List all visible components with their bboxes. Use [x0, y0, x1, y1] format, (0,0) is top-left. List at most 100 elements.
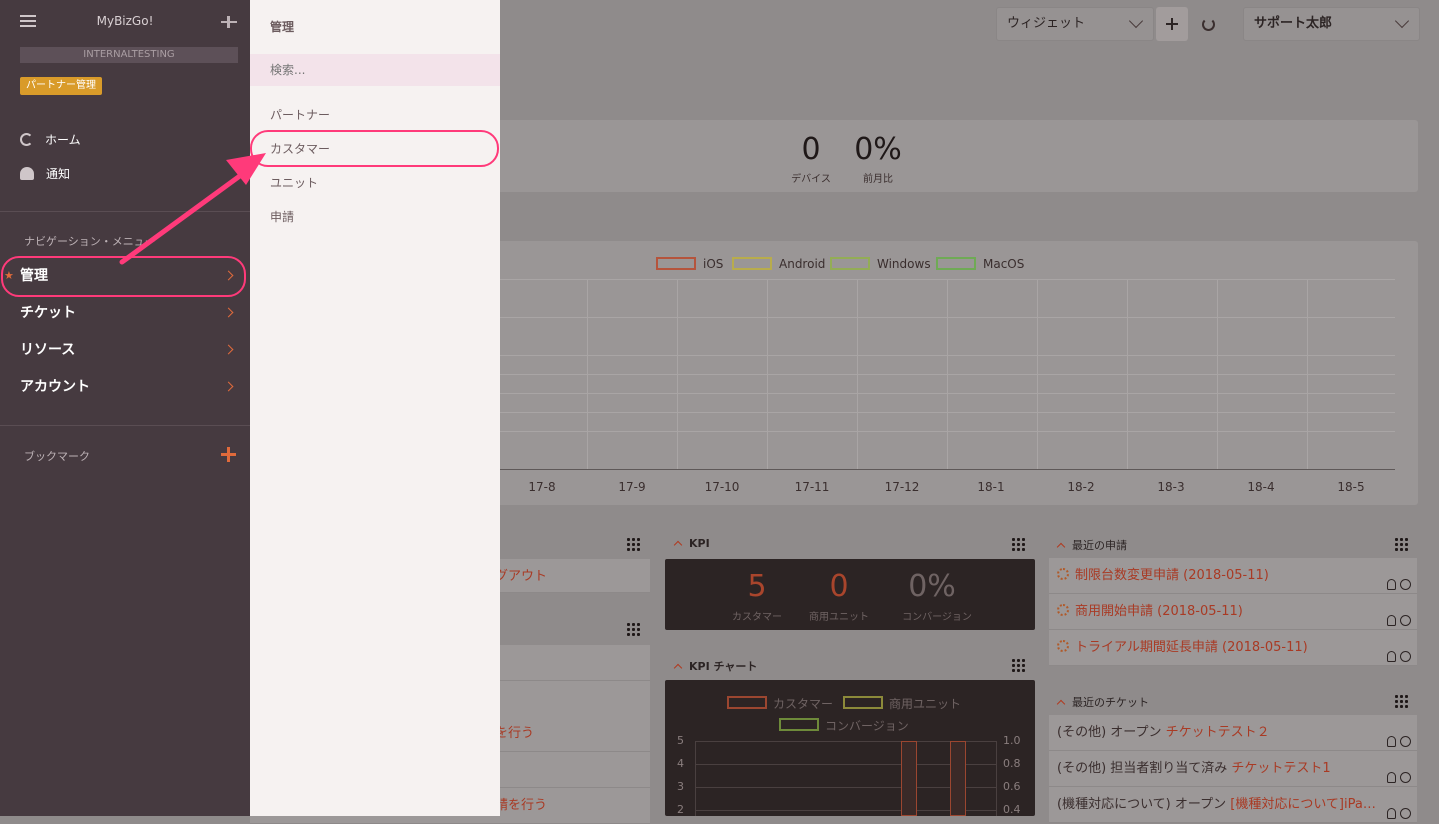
legend-label: iOS [703, 257, 724, 271]
org-name: INTERNALTESTING [20, 47, 238, 63]
ticket-row[interactable]: (その他) オープン チケットテスト２ [1049, 715, 1417, 751]
y-right-tick: 1.0 [1003, 734, 1021, 747]
pending-icon [1057, 604, 1069, 616]
recent-tickets-header[interactable]: 最近のチケット [1056, 694, 1149, 710]
x-tick-label: 18-5 [1337, 480, 1365, 494]
kpi-chart-box: カスタマー 商用ユニット コンバージョン 5 4 3 2 1.0 0.8 0.6… [665, 680, 1035, 816]
chevron-down-icon [1394, 13, 1410, 29]
ticket-link[interactable]: チケットテスト２ [1166, 725, 1270, 740]
legend-label: Windows [877, 257, 931, 271]
sidebar-link-notifications[interactable]: 通知 [20, 165, 70, 182]
y-left-tick: 5 [677, 734, 684, 747]
recent-requests-title: 最近の申請 [1072, 539, 1127, 552]
submenu-item-request[interactable]: 申請 [270, 208, 294, 225]
request-row[interactable]: 商用開始申請 (2018-05-11) [1049, 594, 1417, 630]
request-link[interactable]: 制限台数変更申請 (2018-05-11) [1075, 568, 1269, 583]
x-tick-label: 17-12 [884, 480, 920, 494]
user-icon [1387, 808, 1396, 819]
highlight-customer [250, 130, 499, 167]
x-tick-label: 17-11 [794, 480, 830, 494]
ticket-row[interactable]: (機種対応について) オープン [機種対応について]iPa… [1049, 787, 1417, 823]
add-widget-button[interactable] [1156, 7, 1188, 41]
kpi-chart-title: KPI チャート [689, 660, 758, 673]
x-tick-label: 17-10 [704, 480, 740, 494]
nav-section-heading: ナビゲーション・メニュー [24, 235, 156, 248]
mom-value: 0% [854, 132, 902, 167]
clock-icon [1400, 651, 1411, 662]
refresh-icon[interactable] [1202, 18, 1215, 31]
sidebar-link-label: 通知 [46, 167, 71, 181]
widget-select-value: ウィジェット [1007, 16, 1086, 31]
x-tick-label: 18-2 [1067, 480, 1095, 494]
widget-menu-icon[interactable] [1394, 537, 1408, 551]
sidebar-link-home[interactable]: ホーム [20, 131, 81, 148]
widget-menu-icon[interactable] [626, 622, 640, 636]
ticket-link[interactable]: チケットテスト1 [1231, 761, 1330, 776]
legend-label: Android [779, 257, 826, 271]
legend-swatch-android [732, 257, 772, 270]
submenu-item-unit[interactable]: ユニット [270, 174, 318, 191]
kpi-header[interactable]: KPI [673, 537, 710, 550]
user-select-value: サポート太郎 [1254, 16, 1333, 31]
ticket-status: (機種対応について) オープン [1057, 797, 1227, 812]
app-title: MyBizGo! [96, 14, 154, 28]
legend-swatch-macos [936, 257, 976, 270]
user-select[interactable]: サポート太郎 [1243, 7, 1420, 41]
legend-swatch-windows [830, 257, 870, 270]
bell-icon [20, 167, 34, 180]
highlight-management [1, 256, 246, 297]
pin-icon[interactable] [221, 16, 237, 28]
widget-menu-icon[interactable] [1011, 658, 1025, 672]
sidebar: MyBizGo! INTERNALTESTING パートナー管理 ホーム 通知 … [0, 0, 250, 816]
recent-requests-header[interactable]: 最近の申請 [1056, 537, 1127, 553]
clock-icon [1400, 736, 1411, 747]
y-right-tick: 0.6 [1003, 780, 1021, 793]
x-tick-label: 18-4 [1247, 480, 1275, 494]
nav-item-label: アカウント [20, 379, 90, 395]
user-icon [1387, 736, 1396, 747]
device-chart-plot [500, 279, 1395, 471]
user-icon [1387, 615, 1396, 626]
home-icon [20, 133, 33, 146]
clock-icon [1400, 579, 1411, 590]
request-row[interactable]: 制限台数変更申請 (2018-05-11) [1049, 558, 1417, 594]
nav-item-account[interactable]: アカウント [0, 369, 250, 405]
widget-select[interactable]: ウィジェット [996, 7, 1154, 41]
legend-label: 商用ユニット [889, 697, 962, 711]
nav-item-resources[interactable]: リソース [0, 332, 250, 368]
x-tick-label: 17-8 [528, 480, 556, 494]
legend-swatch-customer [727, 696, 767, 709]
ticket-status: (その他) 担当者割り当て済み [1057, 761, 1228, 776]
request-link[interactable]: トライアル期間延長申請 (2018-05-11) [1075, 640, 1308, 655]
nav-item-tickets[interactable]: チケット [0, 295, 250, 331]
ticket-row[interactable]: (その他) 担当者割り当て済み チケットテスト1 [1049, 751, 1417, 787]
y-left-tick: 4 [677, 757, 684, 770]
mom-label: 前月比 [863, 174, 893, 185]
user-icon [1387, 651, 1396, 662]
request-row[interactable]: トライアル期間延長申請 (2018-05-11) [1049, 630, 1417, 666]
y-left-tick: 3 [677, 780, 684, 793]
kpi-value: 5 [747, 569, 767, 604]
submenu-title: 管理 [270, 20, 295, 34]
pending-icon [1057, 568, 1069, 580]
management-submenu: 管理 パートナー カスタマー ユニット 申請 [250, 0, 500, 816]
add-bookmark-icon[interactable] [221, 447, 236, 462]
collapse-icon [1056, 542, 1066, 552]
bookmark-section-heading: ブックマーク [24, 450, 90, 463]
kpi-label: 商用ユニット [809, 612, 869, 623]
widget-menu-icon[interactable] [1011, 537, 1025, 551]
request-link[interactable]: 商用開始申請 (2018-05-11) [1075, 604, 1243, 619]
legend-swatch-units [843, 696, 883, 709]
ticket-status: (その他) オープン [1057, 725, 1162, 740]
user-icon [1387, 579, 1396, 590]
chevron-right-icon [223, 381, 234, 392]
chevron-down-icon [1128, 13, 1144, 29]
kpi-chart-header[interactable]: KPI チャート [673, 658, 758, 674]
user-icon [1387, 772, 1396, 783]
clock-icon [1400, 615, 1411, 626]
widget-menu-icon[interactable] [1394, 694, 1408, 708]
widget-menu-icon[interactable] [626, 537, 640, 551]
submenu-search-input[interactable] [250, 54, 500, 86]
ticket-link[interactable]: [機種対応について]iPa… [1230, 797, 1376, 812]
submenu-item-partner[interactable]: パートナー [270, 106, 330, 123]
